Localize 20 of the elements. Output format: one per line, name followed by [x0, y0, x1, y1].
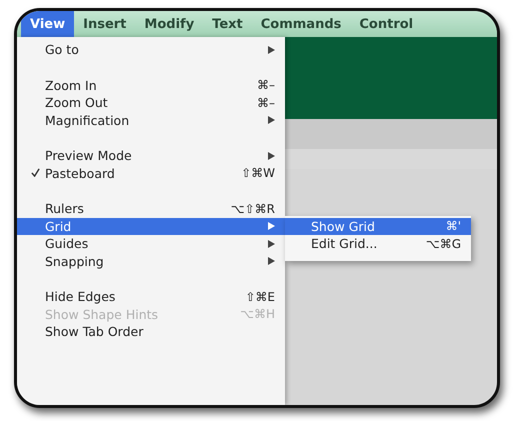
menu-item[interactable]: Rulers ⌥⇧⌘R: [17, 200, 285, 218]
menu-item[interactable]: Preview Mode: [17, 147, 285, 164]
menu-bar-item[interactable]: Insert: [74, 11, 136, 37]
menu-bar-item[interactable]: Modify: [135, 11, 204, 37]
menu-bar-item[interactable]: Text: [203, 11, 252, 37]
menu-bar-item[interactable]: Control: [350, 11, 422, 37]
menu-item[interactable]: Hide Edges ⇧⌘E: [17, 288, 285, 306]
menu-bar-item[interactable]: View: [21, 11, 74, 37]
menu-item[interactable]: Go to: [17, 41, 285, 58]
menu-item[interactable]: Zoom Out ⌘–: [17, 94, 285, 112]
menu-bar-item[interactable]: Commands: [252, 11, 350, 37]
menu-item[interactable]: Guides: [17, 235, 285, 252]
menu-item[interactable]: Show Tab Order: [17, 323, 285, 340]
menu-item[interactable]: Grid: [17, 218, 285, 235]
menu-item[interactable]: Magnification: [17, 112, 285, 129]
menu-item[interactable]: Pasteboard ⇧⌘W: [17, 164, 285, 182]
menu-item[interactable]: Snapping: [17, 252, 285, 270]
menu-item[interactable]: Zoom In ⌘–: [17, 76, 285, 94]
menu-item[interactable]: Edit Grid... ⌥⌘G: [285, 235, 471, 252]
menu-item[interactable]: Show Grid ⌘': [285, 218, 471, 235]
